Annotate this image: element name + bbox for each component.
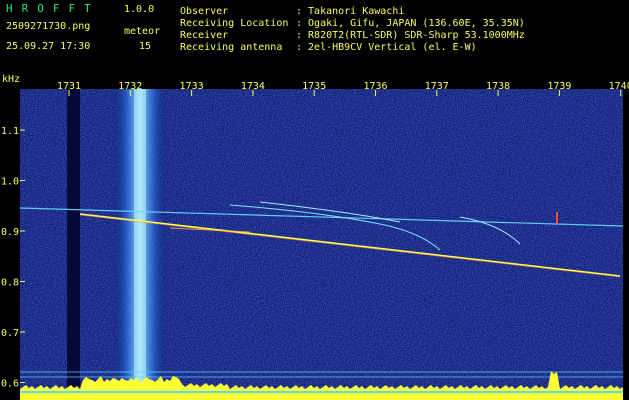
app-logo: HROFFT — [6, 2, 100, 15]
meteor-label: meteor — [124, 26, 161, 37]
file-name: 2509271730.png — [6, 21, 91, 32]
y-tick-label: 1.1 — [1, 126, 19, 137]
x-tick-label: 1740 — [609, 81, 629, 92]
observer-value: : Takanori Kawachi — [296, 6, 405, 17]
location-value: : Ogaki, Gifu, JAPAN (136.60E, 35.35N) — [296, 18, 525, 29]
observer-key: Observer — [180, 6, 229, 17]
antenna-value: : 2el-HB9CV Vertical (el. E-W) — [296, 42, 477, 53]
receiver-key: Receiver — [180, 30, 229, 41]
data-gap-column — [67, 89, 80, 400]
spectrogram: kHz 1731 1732 1733 1734 1735 1736 1737 1738 1739… — [1, 74, 629, 400]
y-tick-label: 0.7 — [1, 328, 19, 339]
y-tick-label: 0.9 — [1, 227, 19, 238]
y-tick-label: 0.6 — [1, 379, 19, 390]
receiver-value: : R820T2(RTL-SDR) SDR-Sharp 53.1000MHz — [296, 30, 525, 41]
capture-datetime: 25.09.27 17:30 — [6, 41, 91, 52]
y-axis-unit: kHz — [2, 74, 20, 85]
meteor-count: 15 — [139, 41, 152, 52]
spectrogram-noise — [20, 89, 623, 400]
header-panel: HROFFT 1.0.0 2509271730.png 25.09.27 17:… — [0, 0, 629, 72]
y-tick-label: 1.0 — [1, 177, 19, 188]
interference-band-core — [134, 89, 146, 389]
app-version: 1.0.0 — [124, 4, 155, 15]
antenna-key: Receiving antenna — [180, 42, 283, 53]
y-tick-label: 0.8 — [1, 278, 19, 289]
location-key: Receiving Location — [180, 18, 289, 29]
